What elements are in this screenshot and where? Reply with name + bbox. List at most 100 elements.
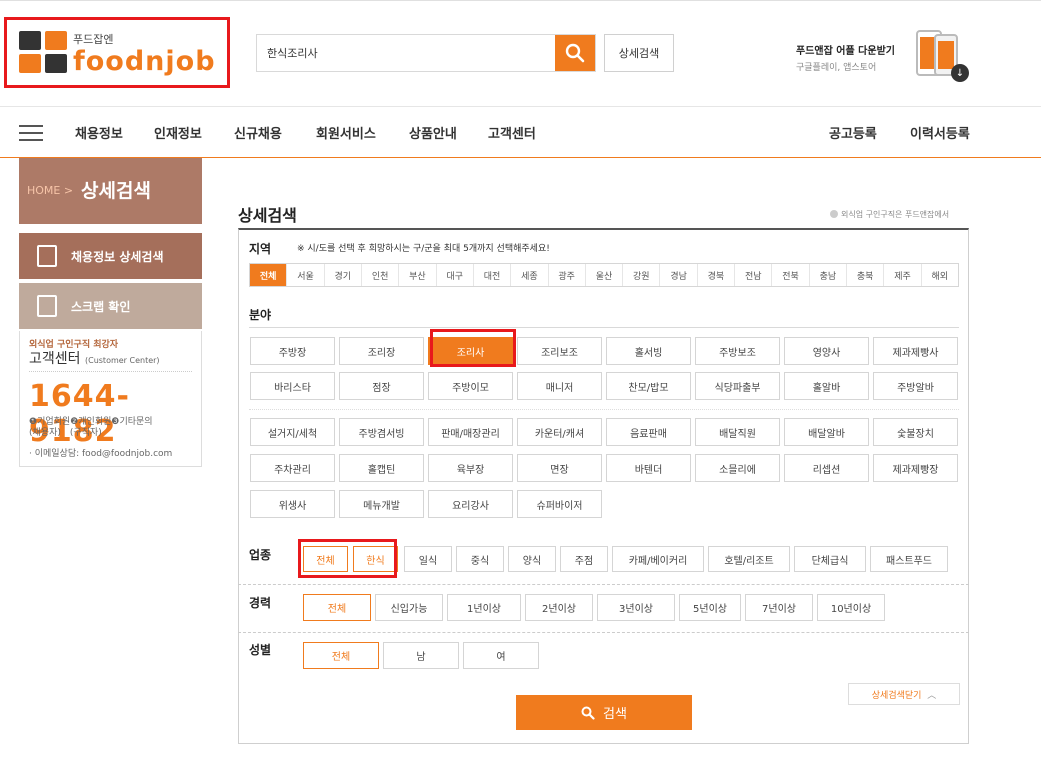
nav-item-talent[interactable]: 인재정보 — [154, 123, 202, 142]
search-icon — [581, 706, 595, 720]
field-chip[interactable]: 제과제빵장 — [873, 454, 958, 482]
field-chip[interactable]: 바텐더 — [606, 454, 691, 482]
field-chip[interactable]: 요리강사 — [428, 490, 513, 518]
region-tab[interactable]: 대구 — [435, 264, 473, 286]
field-chip[interactable]: 제과제빵사 — [873, 337, 958, 365]
nav-item-post-job[interactable]: 공고등록 — [829, 123, 877, 142]
region-tab[interactable]: 전남 — [734, 264, 771, 286]
field-chip[interactable]: 홀캡틴 — [339, 454, 424, 482]
career-chip[interactable]: 10년이상 — [817, 594, 885, 621]
gender-chip[interactable]: 여 — [463, 642, 539, 669]
region-tab[interactable]: 제주 — [883, 264, 920, 286]
field-chip[interactable]: 매니저 — [517, 372, 602, 400]
region-label: 지역 — [249, 242, 272, 256]
field-chip[interactable]: 육부장 — [428, 454, 513, 482]
region-tab[interactable]: 전북 — [771, 264, 808, 286]
nav-item-support[interactable]: 고객센터 — [488, 123, 536, 142]
cs-email[interactable]: · 이메일상담: food@foodnjob.com — [29, 446, 172, 459]
field-chip[interactable]: 주방알바 — [873, 372, 958, 400]
field-chip[interactable]: 음료판매 — [606, 418, 691, 446]
region-tab[interactable]: 경북 — [696, 264, 734, 286]
field-chip[interactable]: 영양사 — [784, 337, 869, 365]
field-chip[interactable]: 소믈리에 — [695, 454, 780, 482]
nav-item-register-resume[interactable]: 이력서등록 — [910, 123, 970, 142]
gender-chip-selected[interactable]: 전체 — [303, 642, 379, 669]
region-tab[interactable]: 인천 — [360, 264, 398, 286]
field-chip[interactable]: 배달알바 — [784, 418, 869, 446]
region-tab[interactable]: 해외 — [920, 264, 958, 286]
region-tab[interactable]: 부산 — [398, 264, 435, 286]
field-chip-selected[interactable]: 조리사 — [428, 337, 513, 365]
industry-chip-selected[interactable]: 한식 — [353, 546, 398, 572]
industry-chip[interactable]: 패스트푸드 — [870, 546, 948, 572]
career-chip[interactable]: 신입가능 — [375, 594, 443, 621]
search-input[interactable] — [257, 35, 555, 71]
region-tab[interactable]: 강원 — [622, 264, 659, 286]
field-chip[interactable]: 홀서빙 — [606, 337, 691, 365]
industry-chip[interactable]: 호텔/리조트 — [708, 546, 790, 572]
field-chip[interactable]: 찬모/밥모 — [606, 372, 691, 400]
field-chip[interactable]: 조리장 — [339, 337, 424, 365]
region-tab[interactable]: 울산 — [584, 264, 622, 286]
search-button[interactable] — [555, 35, 595, 71]
field-chip[interactable]: 메뉴개발 — [339, 490, 424, 518]
region-tab[interactable]: 충북 — [846, 264, 883, 286]
career-chip-selected[interactable]: 전체 — [303, 594, 371, 621]
region-tab[interactable]: 경기 — [323, 264, 361, 286]
field-chip[interactable]: 점장 — [339, 372, 424, 400]
sidebar-item-scrap[interactable]: 스크랩 확인 — [19, 283, 202, 329]
industry-chip[interactable]: 일식 — [404, 546, 452, 572]
field-chip[interactable]: 배달직원 — [695, 418, 780, 446]
field-chip[interactable]: 위생사 — [250, 490, 335, 518]
field-chip[interactable]: 숯불장치 — [873, 418, 958, 446]
industry-chip[interactable]: 카페/베이커리 — [612, 546, 704, 572]
detail-search-button[interactable]: 상세검색 — [604, 34, 674, 72]
region-tab[interactable]: 전체 — [250, 264, 287, 286]
app-download-promo[interactable]: 푸드앤잡 어플 다운받기 구글플레이, 앱스토어 — [796, 42, 895, 73]
gender-chip[interactable]: 남 — [383, 642, 459, 669]
nav-item-new-jobs[interactable]: 신규채용 — [234, 123, 282, 142]
site-logo[interactable]: 푸드잡엔 foodnjob — [4, 17, 230, 88]
search-submit-button[interactable]: 검색 — [516, 695, 692, 730]
field-chip[interactable]: 설거지/세척 — [250, 418, 335, 446]
field-chip[interactable]: 슈퍼바이저 — [517, 490, 602, 518]
industry-chip[interactable]: 주점 — [560, 546, 608, 572]
field-chip[interactable]: 주차관리 — [250, 454, 335, 482]
breadcrumb-home[interactable]: HOME > — [27, 184, 73, 197]
career-chip[interactable]: 3년이상 — [597, 594, 675, 621]
career-chip[interactable]: 2년이상 — [525, 594, 593, 621]
region-tab[interactable]: 광주 — [547, 264, 585, 286]
field-chip[interactable]: 식당파출부 — [695, 372, 780, 400]
field-chip[interactable]: 주방겸서빙 — [339, 418, 424, 446]
field-chip[interactable]: 주방장 — [250, 337, 335, 365]
field-chip[interactable]: 홀알바 — [784, 372, 869, 400]
field-chip[interactable]: 카운터/캐셔 — [517, 418, 602, 446]
industry-chip[interactable]: 중식 — [456, 546, 504, 572]
region-tab[interactable]: 충남 — [808, 264, 846, 286]
field-chip[interactable]: 주방보조 — [695, 337, 780, 365]
nav-item-member-service[interactable]: 회원서비스 — [316, 123, 376, 142]
nav-item-jobs[interactable]: 채용정보 — [75, 123, 123, 142]
sidebar-item-job-detail-search[interactable]: 채용정보 상세검색 — [19, 233, 202, 279]
industry-chip[interactable]: 양식 — [508, 546, 556, 572]
region-tab[interactable]: 서울 — [286, 264, 323, 286]
field-chip[interactable]: 리셉션 — [784, 454, 869, 482]
field-chip[interactable]: 판매/매장관리 — [428, 418, 513, 446]
collapse-detail-search-button[interactable]: 상세검색닫기 ︿ — [848, 683, 960, 705]
career-chip[interactable]: 5년이상 — [679, 594, 741, 621]
info-icon — [830, 210, 838, 218]
region-tab[interactable]: 세종 — [510, 264, 547, 286]
region-tab[interactable]: 경남 — [659, 264, 696, 286]
career-chip[interactable]: 7년이상 — [745, 594, 813, 621]
career-chip[interactable]: 1년이상 — [447, 594, 521, 621]
sidebar-title: 상세검색 — [81, 180, 151, 202]
industry-chip[interactable]: 단체급식 — [794, 546, 866, 572]
field-chip[interactable]: 바리스타 — [250, 372, 335, 400]
nav-item-products[interactable]: 상품안내 — [409, 123, 457, 142]
region-tab[interactable]: 대전 — [472, 264, 510, 286]
menu-icon[interactable] — [19, 125, 43, 141]
field-chip[interactable]: 조리보조 — [517, 337, 602, 365]
field-chip[interactable]: 면장 — [517, 454, 602, 482]
industry-chip-selected[interactable]: 전체 — [303, 546, 348, 572]
field-chip[interactable]: 주방이모 — [428, 372, 513, 400]
